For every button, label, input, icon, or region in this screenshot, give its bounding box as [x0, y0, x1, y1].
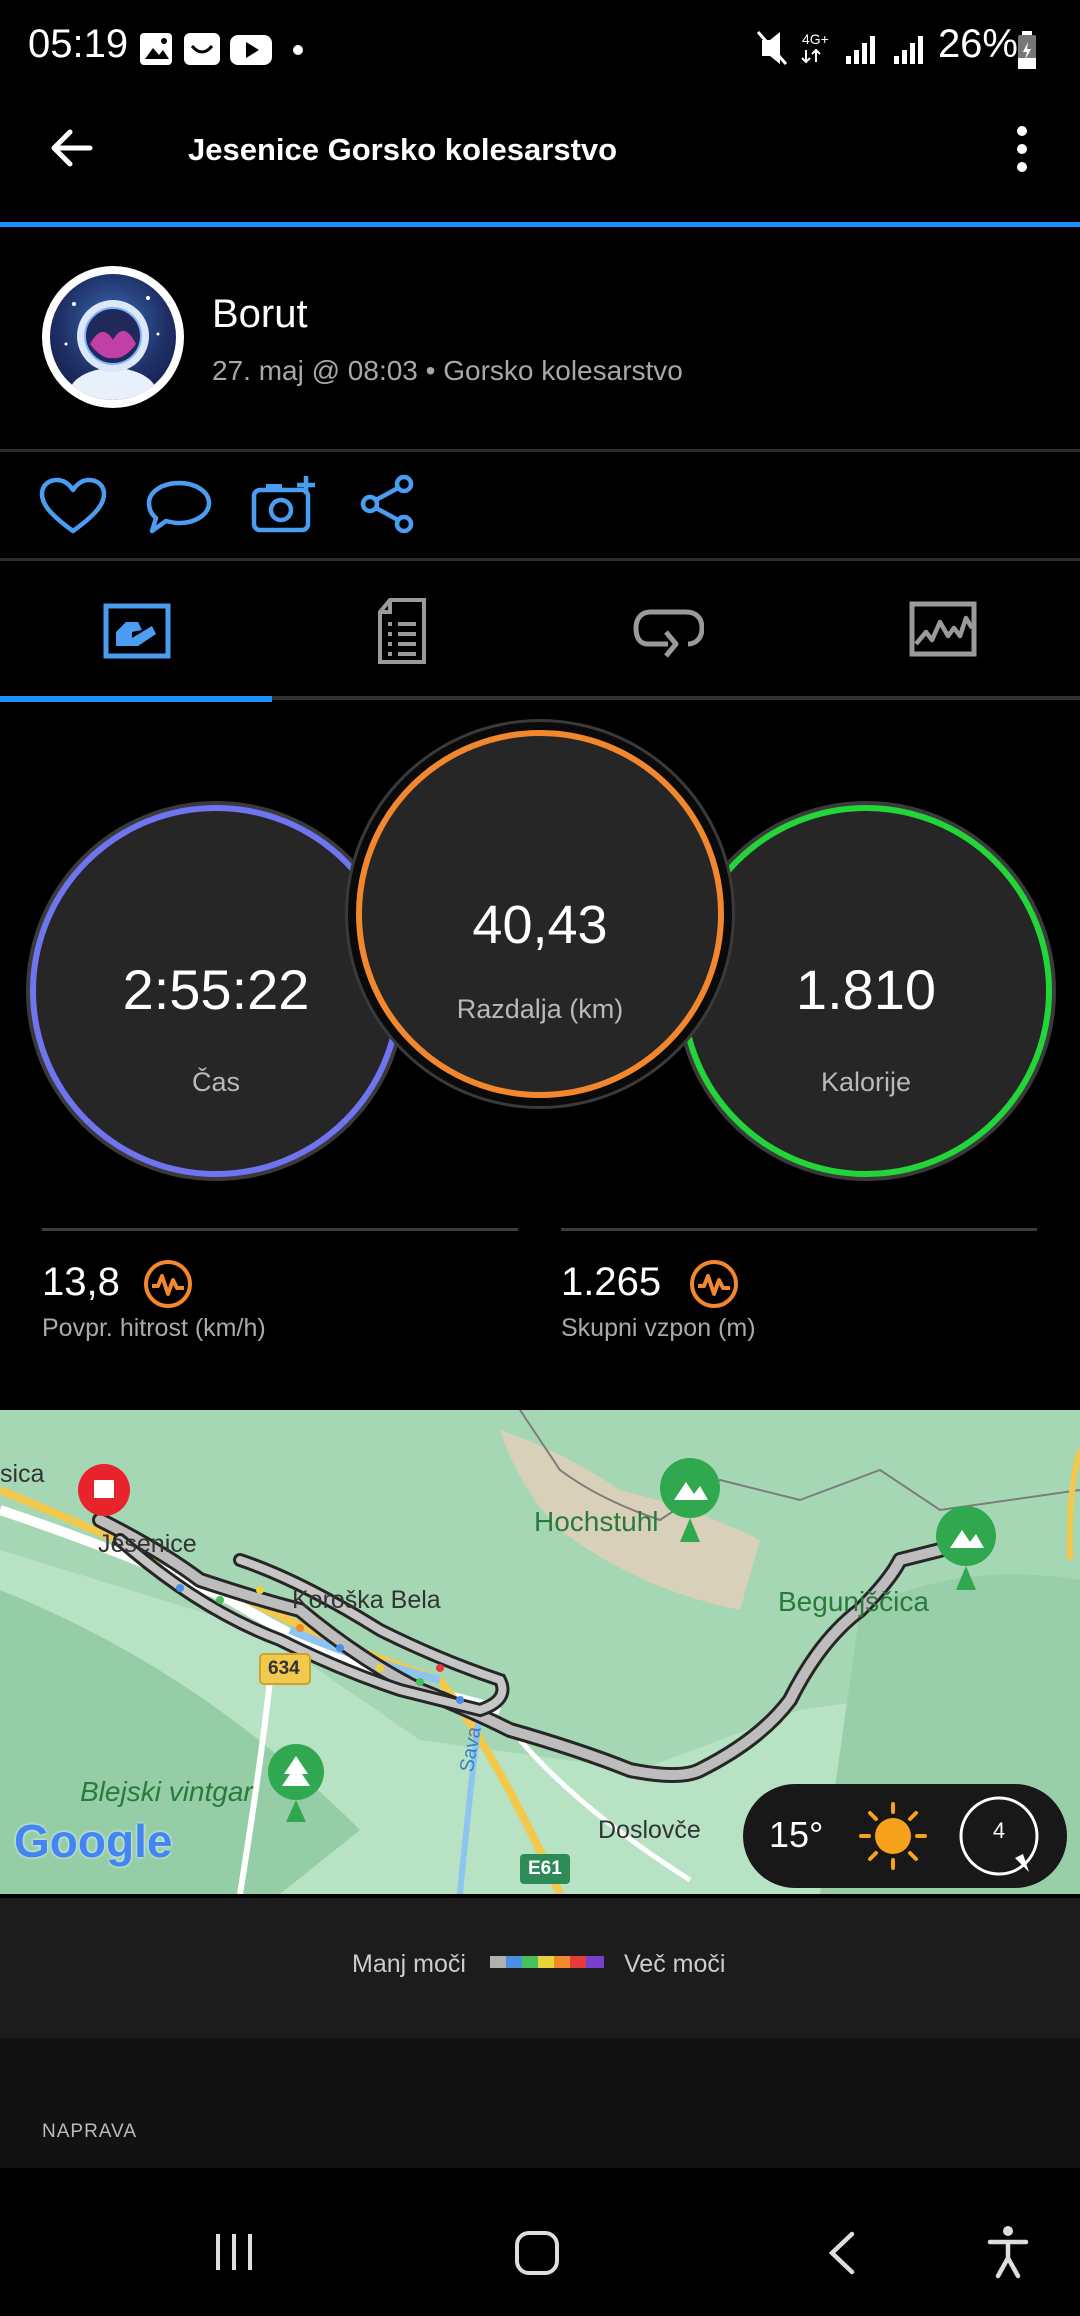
- network-type: 4G+: [802, 31, 829, 47]
- legend-low-label: Manj moči: [352, 1950, 466, 1978]
- elevation-value: 1.265: [561, 1260, 662, 1304]
- temperature: 15°: [769, 1814, 824, 1855]
- weather-widget[interactable]: 15° 4: [743, 1784, 1067, 1888]
- avg-speed-value: 13,8: [42, 1260, 120, 1304]
- time-circle[interactable]: 2:55:22 Čas: [30, 805, 402, 1177]
- add-photo-icon[interactable]: [250, 474, 320, 536]
- notification-icons: [140, 33, 303, 65]
- map-label-koroska-bela: Koroška Bela: [292, 1586, 441, 1614]
- stat-divider: [42, 1228, 518, 1231]
- more-options-icon[interactable]: [1004, 124, 1040, 174]
- astronaut-icon: [64, 296, 160, 400]
- wind-speed: 4: [992, 1818, 1006, 1843]
- tab-charts-icon[interactable]: [908, 600, 980, 672]
- elevation-badge-icon[interactable]: [688, 1258, 740, 1310]
- calories-circle[interactable]: 1.810 Kalorije: [680, 805, 1052, 1177]
- comment-icon[interactable]: [144, 479, 214, 537]
- back-arrow-icon[interactable]: [48, 124, 96, 172]
- status-bar: 05:19 4G+ 26%: [0, 0, 1080, 96]
- app-header: Jesenice Gorsko kolesarstvo: [0, 96, 1080, 224]
- status-time: 05:19: [28, 22, 129, 66]
- road-634-label: 634: [268, 1658, 300, 1679]
- distance-label: Razdalja (km): [456, 994, 624, 1024]
- battery-percent: 26%: [937, 22, 1018, 66]
- elevation-label: Skupni vzpon (m): [561, 1314, 756, 1342]
- device-section-label: NAPRAVA: [42, 2121, 137, 2142]
- header-accent-line: [0, 222, 1080, 227]
- battery-icon: [1018, 31, 1036, 69]
- legend-gradient: [490, 1956, 604, 1968]
- avatar-image: [50, 274, 176, 400]
- legend-high-label: Več moči: [624, 1950, 726, 1978]
- like-heart-icon[interactable]: [38, 477, 108, 537]
- google-logo: Google: [14, 1815, 173, 1867]
- back-nav-icon[interactable]: [824, 2230, 858, 2276]
- calories-label: Kalorije: [820, 1067, 912, 1097]
- distance-circle[interactable]: 40,43 Razdalja (km): [356, 730, 724, 1098]
- map-label-doslovce: Doslovče: [598, 1816, 701, 1844]
- tab-laps-icon[interactable]: [632, 604, 704, 676]
- home-icon[interactable]: [514, 2230, 560, 2276]
- action-bar: [0, 452, 1080, 560]
- divider: [0, 558, 1080, 561]
- activity-meta: 27. maj @ 08:03 • Gorsko kolesarstvo: [212, 355, 683, 386]
- accessibility-icon[interactable]: [986, 2224, 1030, 2280]
- map-label-blejski-vintgar: Blejski vintgar: [80, 1776, 253, 1807]
- calories-value: 1.810: [795, 958, 937, 1021]
- device-section: [0, 2038, 1080, 2168]
- map-label-begunjscica: Begunjščica: [778, 1586, 929, 1617]
- road-e61-label: E61: [528, 1858, 562, 1879]
- tab-details-icon[interactable]: [374, 596, 446, 668]
- stat-divider: [561, 1228, 1037, 1231]
- map-label-hochstuhl: Hochstuhl: [534, 1506, 659, 1537]
- sun-icon: [859, 1802, 927, 1870]
- map-label-sica: sica: [0, 1460, 45, 1488]
- system-nav-bar: [0, 2190, 1080, 2316]
- tab-active-indicator: [0, 696, 272, 702]
- tab-summary-icon[interactable]: [102, 600, 174, 672]
- distance-value: 40,43: [472, 895, 608, 955]
- page-title: Jesenice Gorsko kolesarstvo: [188, 132, 618, 167]
- time-label: Čas: [191, 1067, 240, 1097]
- avg-speed-label: Povpr. hitrost (km/h): [42, 1314, 266, 1342]
- time-value: 2:55:22: [122, 958, 310, 1021]
- signal-icons: 4G+: [756, 31, 923, 65]
- recent-apps-icon[interactable]: [214, 2232, 258, 2272]
- map-label-jesenice: Jesenice: [98, 1530, 197, 1558]
- share-icon[interactable]: [360, 474, 414, 534]
- user-name[interactable]: Borut: [212, 292, 308, 337]
- avg-speed-badge-icon[interactable]: [142, 1258, 194, 1310]
- power-legend: Manj moči Več moči: [0, 1898, 1080, 2038]
